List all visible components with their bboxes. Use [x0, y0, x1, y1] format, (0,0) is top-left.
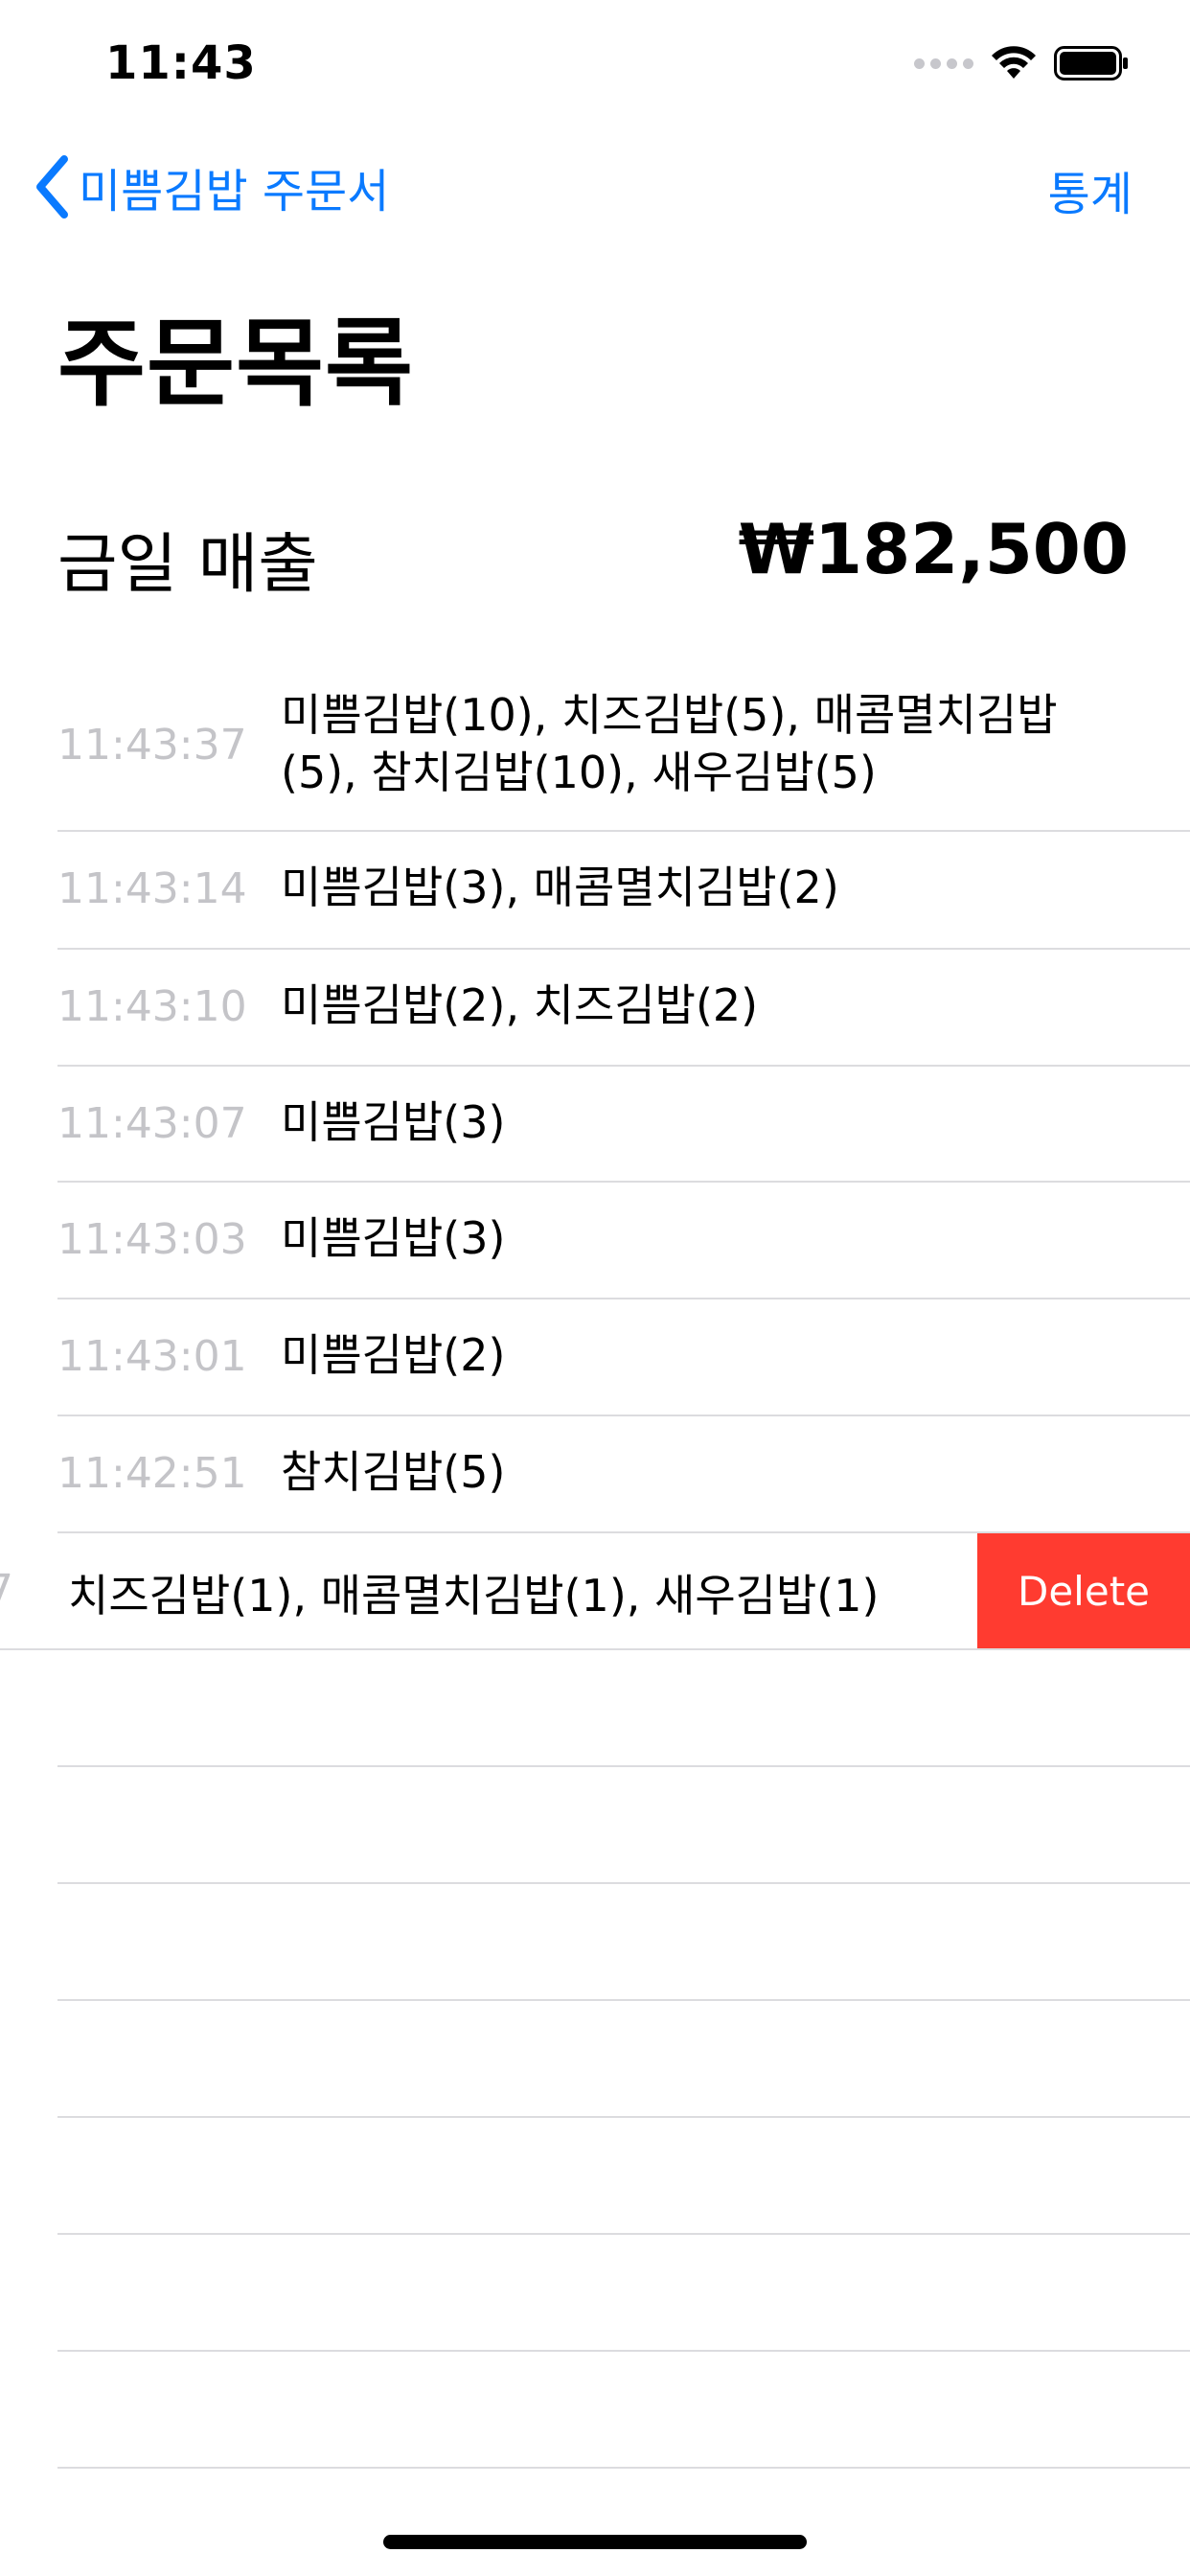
order-time: 11:43:01	[57, 1332, 247, 1381]
order-row[interactable]: 11:43:07 미쁨김밥(3)	[0, 1067, 1190, 1183]
swiped-order-row[interactable]: 7 치즈김밥(1), 매콤멸치김밥(1), 새우김밥(1) Delete	[0, 1533, 1190, 1649]
back-button[interactable]: 미쁨김밥 주문서	[34, 153, 389, 220]
status-icons	[914, 46, 1129, 80]
order-row[interactable]: 11:43:03 미쁨김밥(3)	[0, 1183, 1190, 1299]
delete-button[interactable]: Delete	[977, 1533, 1190, 1649]
order-items: 참치김밥(5)	[281, 1446, 506, 1498]
order-row[interactable]: 11:43:14 미쁨김밥(3), 매콤멸치김밥(2)	[0, 832, 1190, 948]
status-time: 11:43	[105, 36, 257, 90]
order-items: 미쁨김밥(10), 치즈김밥(5), 매콤멸치김밥(5), 참치김밥(10), …	[281, 689, 1058, 798]
statistics-button[interactable]: 통계	[1048, 156, 1133, 223]
order-items: 미쁨김밥(2), 치즈김밥(2)	[281, 979, 759, 1031]
battery-icon	[1054, 46, 1128, 80]
home-indicator[interactable]	[383, 2535, 807, 2549]
sales-amount: ₩182,500	[738, 509, 1129, 589]
back-button-label: 미쁨김밥 주문서	[79, 165, 390, 218]
row-divider	[57, 2350, 1190, 2352]
chevron-left-icon	[36, 155, 68, 218]
order-items: 미쁨김밥(3)	[281, 1096, 506, 1148]
order-time: 11:43:14	[57, 864, 247, 913]
order-time: 11:43:37	[57, 721, 247, 770]
row-divider	[57, 2233, 1190, 2235]
sales-label: 금일 매출	[57, 527, 318, 603]
page-title: 주문목록	[57, 308, 414, 420]
order-row[interactable]: 11:43:37 미쁨김밥(10), 치즈김밥(5), 매콤멸치김밥(5), 참…	[0, 671, 1190, 830]
order-items: 미쁨김밥(2)	[281, 1329, 506, 1381]
row-divider	[57, 2467, 1190, 2469]
order-time: 11:42:51	[57, 1449, 247, 1498]
order-items: 미쁨김밥(3)	[281, 1212, 506, 1264]
wifi-icon	[992, 46, 1036, 79]
order-time: 11:43:07	[57, 1099, 247, 1148]
cellular-signal-icon	[914, 58, 973, 69]
order-items: 미쁨김밥(3), 매콤멸치김밥(2)	[281, 862, 839, 913]
row-divider	[57, 1882, 1190, 1884]
order-time: 11:43:10	[57, 982, 247, 1031]
order-time-partial: 7	[0, 1566, 13, 1615]
row-divider	[57, 1765, 1190, 1767]
row-divider	[0, 1648, 1190, 1650]
order-time: 11:43:03	[57, 1215, 247, 1264]
order-items: 치즈김밥(1), 매콤멸치김밥(1), 새우김밥(1)	[68, 1570, 880, 1622]
order-row[interactable]: 11:43:10 미쁨김밥(2), 치즈김밥(2)	[0, 950, 1190, 1066]
row-divider	[57, 2116, 1190, 2118]
order-row[interactable]: 11:43:01 미쁨김밥(2)	[0, 1300, 1190, 1415]
row-divider	[57, 1999, 1190, 2001]
status-bar: 11:43	[0, 0, 1190, 126]
order-row[interactable]: 11:42:51 참치김밥(5)	[0, 1416, 1190, 1532]
